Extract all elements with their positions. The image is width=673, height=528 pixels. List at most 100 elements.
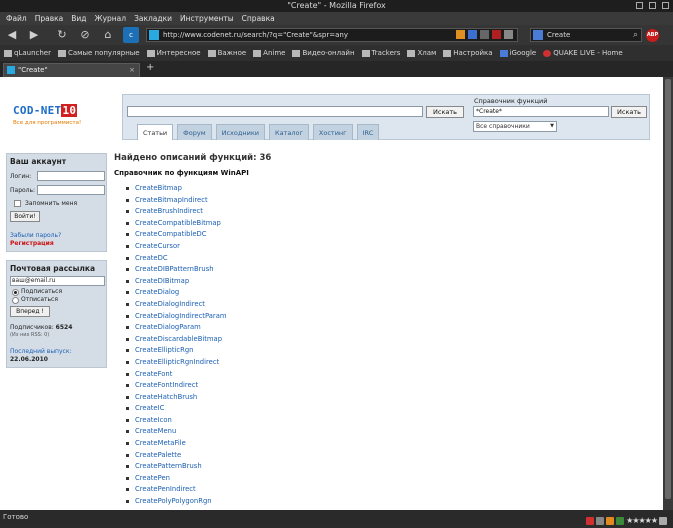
tools-status-icon[interactable] (596, 516, 605, 525)
reference-select[interactable]: Все справочники ▼ (473, 121, 557, 132)
function-link[interactable]: CreatePatternBrush (126, 461, 227, 473)
menu-help[interactable]: Справка (242, 12, 275, 25)
reload-icon[interactable]: ↻ (54, 27, 70, 43)
remember-checkbox[interactable] (14, 200, 21, 207)
site-search-input[interactable] (127, 106, 423, 117)
bookmark-item[interactable]: Настройка (443, 45, 493, 61)
tab-forum[interactable]: Форум (177, 124, 212, 140)
function-link[interactable]: CreateDiscardableBitmap (126, 334, 227, 346)
menu-history[interactable]: Журнал (95, 12, 127, 25)
bookmark-item[interactable]: Trackers (361, 45, 400, 61)
function-link[interactable]: CreateBrushIndirect (126, 206, 227, 218)
function-link[interactable]: CreateEllipticRgn (126, 345, 227, 357)
function-link[interactable]: CreateDC (126, 253, 227, 265)
password-input[interactable] (37, 185, 105, 195)
function-link[interactable]: CreateIC (126, 403, 227, 415)
function-link[interactable]: CreateCursor (126, 241, 227, 253)
url-bar[interactable]: http://www.codenet.ru/search/?q="Create"… (146, 28, 518, 42)
tab-sources[interactable]: Исходники (215, 124, 265, 140)
search-engine-icon[interactable] (533, 30, 543, 40)
menu-bookmarks[interactable]: Закладки (134, 12, 172, 25)
last-issue-date: 22.06.2010 (10, 356, 48, 363)
last-issue-link[interactable]: Последний выпуск: (10, 348, 71, 355)
forward-icon[interactable]: ▶ (26, 27, 42, 43)
site-search-tabs: Статьи Форум Исходники Каталог Хостинг I… (137, 124, 380, 140)
function-link[interactable]: CreatePolyPolygonRgn (126, 496, 227, 508)
bookmark-item[interactable]: iGoogle (499, 45, 536, 61)
function-link[interactable]: CreateDIBitmap (126, 276, 227, 288)
resize-grip-icon[interactable] (659, 516, 667, 525)
minimize-icon[interactable] (636, 2, 643, 9)
register-link[interactable]: Регистрация (10, 240, 54, 247)
function-link[interactable]: CreatePalette (126, 450, 227, 462)
rating-stars-icon[interactable]: ★★★★★ (626, 513, 658, 528)
function-link[interactable]: CreateCompatibleBitmap (126, 218, 227, 230)
dropdown-icon[interactable] (504, 30, 513, 39)
search-box[interactable]: Create ⌕ (530, 28, 642, 42)
function-link[interactable]: CreateMetaFile (126, 438, 227, 450)
addon-status-icon[interactable] (586, 516, 595, 525)
new-tab-icon[interactable]: + (146, 62, 154, 73)
function-link[interactable]: CreateDialogParam (126, 322, 227, 334)
function-link[interactable]: CreateDIBPatternBrush (126, 264, 227, 276)
tab-catalog[interactable]: Каталог (269, 124, 309, 140)
unsubscribe-radio[interactable] (12, 297, 19, 304)
scrollbar[interactable] (663, 77, 673, 510)
function-link[interactable]: CreateHatchBrush (126, 392, 227, 404)
function-link[interactable]: CreateDialogIndirect (126, 299, 227, 311)
email-field[interactable]: ваш@email.ru (10, 276, 105, 286)
star-icon[interactable] (480, 30, 489, 39)
function-link[interactable]: CreateBitmap (126, 183, 227, 195)
forgot-password-link[interactable]: Забыли пароль? (10, 232, 61, 239)
menu-file[interactable]: Файл (6, 12, 27, 25)
adblock-icon[interactable]: ABP (646, 29, 659, 42)
function-link[interactable]: CreateMenu (126, 426, 227, 438)
tab-articles[interactable]: Статьи (137, 124, 174, 140)
scrollbar-thumb[interactable] (665, 79, 671, 499)
mailing-submit-button[interactable]: Вперед ! (10, 306, 50, 317)
function-link[interactable]: CreateDialog (126, 287, 227, 299)
function-link[interactable]: CreatePenIndirect (126, 484, 227, 496)
function-link[interactable]: CreateFont (126, 369, 227, 381)
login-button[interactable]: Войти! (10, 211, 40, 222)
home-icon[interactable]: ⌂ (100, 27, 116, 43)
bookmark-item[interactable]: Интересное (146, 45, 201, 61)
rss-icon[interactable] (456, 30, 465, 39)
security-status-icon[interactable] (616, 516, 625, 525)
stop-icon[interactable]: ⊘ (77, 27, 93, 43)
bookmark-item[interactable]: Видео-онлайн (292, 45, 355, 61)
bookmark-item[interactable]: qLauncher (4, 45, 51, 61)
function-link[interactable]: CreateBitmapIndirect (126, 195, 227, 207)
site-search-button[interactable]: Искать (426, 106, 464, 118)
tab-irc[interactable]: IRC (356, 124, 380, 140)
menu-view[interactable]: Вид (71, 12, 86, 25)
close-icon[interactable] (662, 2, 669, 9)
function-link[interactable]: CreateEllipticRgnIndirect (126, 357, 227, 369)
site-logo[interactable]: COD-NET10 (13, 104, 78, 117)
subscribe-radio[interactable] (12, 289, 19, 296)
updates-status-icon[interactable] (606, 516, 615, 525)
bookmark-item[interactable]: Самые популярные (57, 45, 140, 61)
func-search-input[interactable]: *Create* (473, 106, 609, 117)
bookmark-item[interactable]: Anime (253, 45, 285, 61)
tab-hosting[interactable]: Хостинг (312, 124, 353, 140)
back-icon[interactable]: ◀ (4, 27, 20, 43)
function-link[interactable]: CreateDialogIndirectParam (126, 311, 227, 323)
function-link[interactable]: CreatePen (126, 473, 227, 485)
function-link[interactable]: CreateCompatibleDC (126, 229, 227, 241)
function-link[interactable]: CreateFontIndirect (126, 380, 227, 392)
function-link[interactable]: CreateIcon (126, 415, 227, 427)
bookmark-item[interactable]: QUAKE LIVE - Home (543, 45, 623, 61)
bookmark-item[interactable]: Хлам (407, 45, 436, 61)
menu-tools[interactable]: Инструменты (180, 12, 234, 25)
menu-edit[interactable]: Правка (35, 12, 64, 25)
search-icon[interactable]: ⌕ (633, 29, 638, 41)
bookmark-item[interactable]: Важное (207, 45, 246, 61)
tab-create[interactable]: "Create" × (3, 63, 140, 77)
tab-close-icon[interactable]: × (129, 64, 135, 77)
login-input[interactable] (37, 171, 105, 181)
addon-icon[interactable] (492, 30, 501, 39)
maximize-icon[interactable] (649, 2, 656, 9)
tab-favicon-icon (7, 66, 15, 74)
func-search-button[interactable]: Искать (611, 106, 647, 118)
